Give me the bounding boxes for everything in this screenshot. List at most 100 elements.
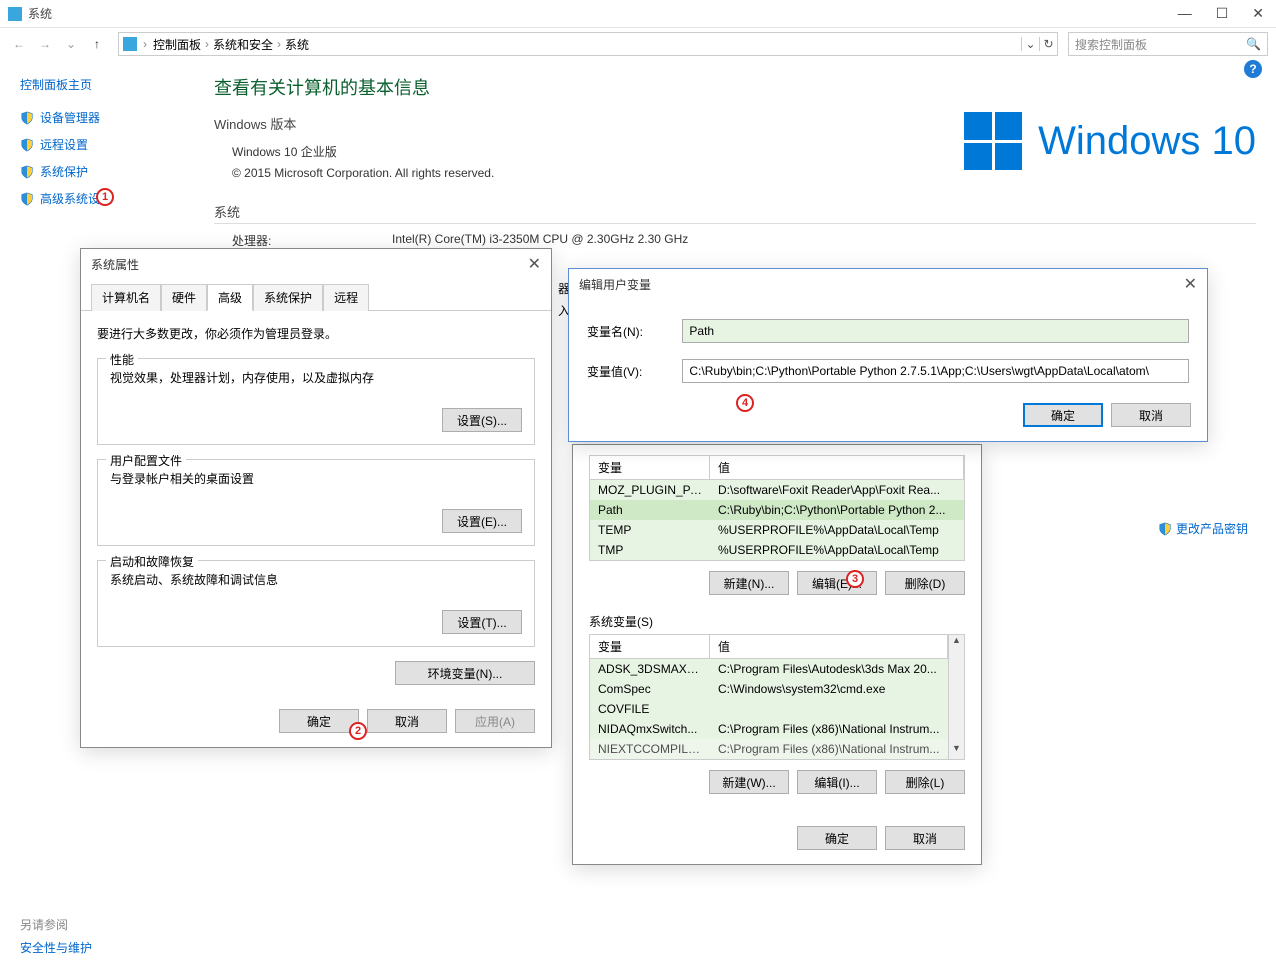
tab-protection[interactable]: 系统保护 — [253, 284, 323, 311]
cancel-button[interactable]: 取消 — [885, 826, 965, 850]
varname-input[interactable] — [682, 319, 1189, 343]
cpu-value: Intel(R) Core(TM) i3-2350M CPU @ 2.30GHz… — [392, 232, 688, 249]
dialog-title: 系统属性 — [91, 256, 139, 273]
annotation-4: 4 — [736, 394, 754, 412]
window-titlebar: 系统 — ☐ ✕ — [0, 0, 1276, 28]
page-title: 查看有关计算机的基本信息 — [214, 74, 1256, 100]
table-row[interactable]: ADSK_3DSMAX_x...C:\Program Files\Autodes… — [590, 659, 948, 679]
shield-icon — [20, 192, 34, 206]
bc-item[interactable]: 系统和安全 — [213, 36, 273, 53]
varname-label: 变量名(N): — [587, 323, 662, 340]
delete-user-var-button[interactable]: 删除(D) — [885, 571, 965, 595]
shield-icon — [20, 165, 34, 179]
close-icon[interactable]: ✕ — [528, 254, 541, 274]
tab-hardware[interactable]: 硬件 — [161, 284, 207, 311]
group-performance: 性能 视觉效果，处理器计划，内存使用，以及虚拟内存 设置(S)... — [97, 358, 535, 445]
shield-icon — [20, 138, 34, 152]
dialog-tabs: 计算机名 硬件 高级 系统保护 远程 — [81, 283, 551, 311]
cpu-label: 处理器: — [232, 232, 392, 249]
varvalue-label: 变量值(V): — [587, 363, 662, 380]
col-var[interactable]: 变量 — [590, 456, 710, 479]
sidebar-item-device-manager[interactable]: 设备管理器 — [20, 109, 178, 126]
env-vars-dialog: 变量 值 MOZ_PLUGIN_PA...D:\software\Foxit R… — [572, 444, 982, 865]
bc-sep: › — [141, 37, 149, 51]
help-icon[interactable]: ? — [1244, 60, 1262, 78]
breadcrumb-bar[interactable]: › 控制面板 › 系统和安全 › 系统 ⌄ ↻ — [118, 32, 1058, 56]
ok-button[interactable]: 确定 — [279, 709, 359, 733]
ok-button[interactable]: 确定 — [797, 826, 877, 850]
window-title: 系统 — [28, 5, 1178, 22]
table-row[interactable]: TMP%USERPROFILE%\AppData\Local\Temp — [590, 540, 964, 560]
col-var[interactable]: 变量 — [590, 635, 710, 658]
search-icon: 🔍 — [1246, 37, 1261, 51]
group-label: 启动和故障恢复 — [106, 553, 198, 570]
startup-settings-button[interactable]: 设置(T)... — [442, 610, 522, 634]
varvalue-input[interactable] — [682, 359, 1189, 383]
env-vars-button[interactable]: 环境变量(N)... — [395, 661, 535, 685]
bc-sep: › — [205, 37, 209, 51]
bc-item[interactable]: 系统 — [285, 36, 309, 53]
address-dropdown[interactable]: ⌄ — [1021, 37, 1039, 51]
close-icon[interactable]: ✕ — [1184, 274, 1197, 294]
delete-sys-var-button[interactable]: 删除(L) — [885, 770, 965, 794]
forward-button[interactable]: → — [34, 33, 56, 55]
shield-icon — [20, 111, 34, 125]
tab-remote[interactable]: 远程 — [323, 284, 369, 311]
table-row[interactable]: MOZ_PLUGIN_PA...D:\software\Foxit Reader… — [590, 480, 964, 500]
table-row[interactable]: NIDAQmxSwitch...C:\Program Files (x86)\N… — [590, 719, 948, 739]
annotation-1: 1 — [96, 188, 114, 206]
see-also-heading: 另请参阅 — [20, 916, 92, 933]
search-placeholder: 搜索控制面板 — [1075, 36, 1147, 53]
search-input[interactable]: 搜索控制面板 🔍 — [1068, 32, 1268, 56]
history-dropdown[interactable]: ⌄ — [60, 33, 82, 55]
perf-settings-button[interactable]: 设置(S)... — [442, 408, 522, 432]
up-button[interactable]: ↑ — [86, 33, 108, 55]
system-vars-label: 系统变量(S) — [589, 613, 965, 630]
back-button[interactable]: ← — [8, 33, 30, 55]
user-vars-table: 变量 值 MOZ_PLUGIN_PA...D:\software\Foxit R… — [589, 455, 965, 561]
edit-sys-var-button[interactable]: 编辑(I)... — [797, 770, 877, 794]
tab-computer-name[interactable]: 计算机名 — [91, 284, 161, 311]
scrollbar[interactable]: ▲▼ — [948, 635, 964, 759]
ok-button[interactable]: 确定 — [1023, 403, 1103, 427]
cancel-button[interactable]: 取消 — [1111, 403, 1191, 427]
bc-sep: › — [277, 37, 281, 51]
table-row[interactable]: ComSpecC:\Windows\system32\cmd.exe — [590, 679, 948, 699]
new-user-var-button[interactable]: 新建(N)... — [709, 571, 789, 595]
table-row[interactable]: TEMP%USERPROFILE%\AppData\Local\Temp — [590, 520, 964, 540]
profile-settings-button[interactable]: 设置(E)... — [442, 509, 522, 533]
edit-user-var-button[interactable]: 编辑(E)... — [797, 571, 877, 595]
see-also-link[interactable]: 安全性与维护 — [20, 941, 92, 955]
col-val[interactable]: 值 — [710, 635, 948, 658]
startup-desc: 系统启动、系统故障和调试信息 — [110, 571, 522, 588]
table-row[interactable]: COVFILE — [590, 699, 948, 719]
col-val[interactable]: 值 — [710, 456, 964, 479]
nav-toolbar: ← → ⌄ ↑ › 控制面板 › 系统和安全 › 系统 ⌄ ↻ 搜索控制面板 🔍 — [0, 28, 1276, 60]
maximize-button[interactable]: ☐ — [1216, 5, 1229, 22]
refresh-button[interactable]: ↻ — [1039, 37, 1057, 51]
table-row[interactable]: PathC:\Ruby\bin;C:\Python\Portable Pytho… — [590, 500, 964, 520]
close-button[interactable]: ✕ — [1252, 5, 1264, 22]
sidebar-item-remote[interactable]: 远程设置 — [20, 136, 178, 153]
table-row[interactable]: NIEXTCCOMPILE...C:\Program Files (x86)\N… — [590, 739, 948, 759]
annotation-3: 3 — [846, 570, 864, 588]
cancel-button[interactable]: 取消 — [367, 709, 447, 733]
group-startup: 启动和故障恢复 系统启动、系统故障和调试信息 设置(T)... — [97, 560, 535, 647]
profile-desc: 与登录帐户相关的桌面设置 — [110, 470, 522, 487]
dialog-title: 编辑用户变量 — [579, 276, 651, 293]
group-profiles: 用户配置文件 与登录帐户相关的桌面设置 设置(E)... — [97, 459, 535, 546]
apply-button: 应用(A) — [455, 709, 535, 733]
minimize-button[interactable]: — — [1178, 5, 1192, 22]
shield-icon — [1158, 522, 1172, 536]
bc-item[interactable]: 控制面板 — [153, 36, 201, 53]
sidebar-item-protection[interactable]: 系统保护 — [20, 163, 178, 180]
location-icon — [119, 33, 141, 55]
group-label: 性能 — [106, 351, 138, 368]
new-sys-var-button[interactable]: 新建(W)... — [709, 770, 789, 794]
change-product-key-link[interactable]: 更改产品密钥 — [1158, 520, 1248, 537]
admin-note: 要进行大多数更改，你必须作为管理员登录。 — [97, 325, 535, 342]
tab-advanced[interactable]: 高级 — [207, 284, 253, 311]
sidebar: 控制面板主页 设备管理器 远程设置 系统保护 高级系统设置 — [0, 60, 190, 249]
sidebar-home-link[interactable]: 控制面板主页 — [20, 76, 178, 93]
see-also-section: 另请参阅 安全性与维护 — [20, 916, 92, 956]
